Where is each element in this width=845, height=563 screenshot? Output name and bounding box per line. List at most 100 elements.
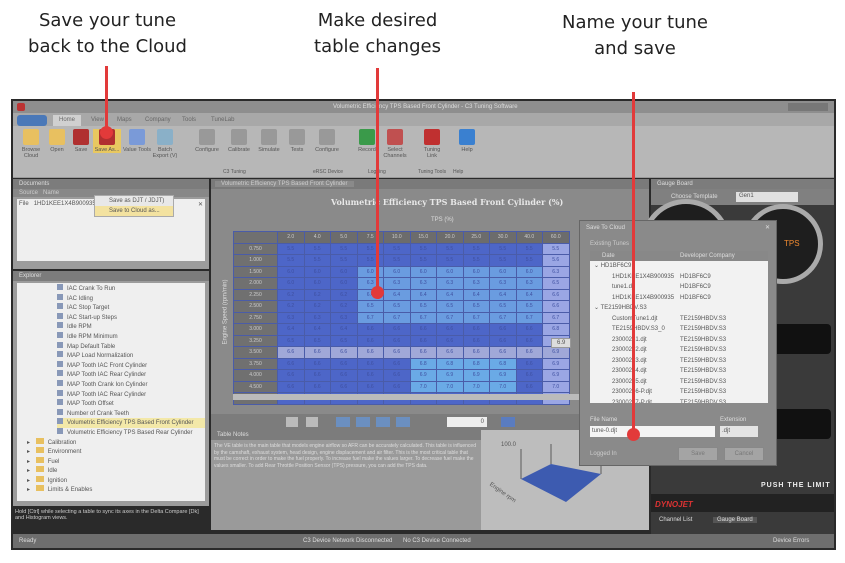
tunes-list[interactable]: Date Developer Company ⌄ HD1BF6C9 1HD1KEE1… bbox=[590, 251, 768, 403]
table-cell[interactable]: 5.5 bbox=[330, 254, 358, 267]
table-cell[interactable]: 6.3 bbox=[462, 277, 490, 290]
table-cell[interactable]: 6.6 bbox=[356, 380, 384, 393]
table-cell[interactable]: 6.6 bbox=[330, 357, 358, 370]
table-cell[interactable]: 6.2 bbox=[277, 300, 305, 313]
table-cell[interactable]: 6.0 bbox=[356, 265, 384, 278]
tab-home[interactable]: Home bbox=[53, 115, 82, 126]
table-cell[interactable]: 6.6 bbox=[383, 357, 411, 370]
ribbon-button[interactable]: Simulate bbox=[255, 129, 283, 153]
table-cell[interactable]: 6.0 bbox=[489, 265, 517, 278]
table-cell[interactable]: 6.7 bbox=[383, 311, 411, 324]
table-cell[interactable]: 6.0 bbox=[330, 277, 358, 290]
table-cell[interactable]: 6.0 bbox=[330, 265, 358, 278]
table-cell[interactable]: 6.7 bbox=[489, 311, 517, 324]
ribbon-button[interactable]: Configure bbox=[193, 129, 221, 153]
tune-row[interactable]: 23000265.djt TE2159HBDV.S3 bbox=[590, 377, 768, 388]
table-cell[interactable]: 6.4 bbox=[277, 323, 305, 336]
table-cell[interactable]: 6.5 bbox=[383, 300, 411, 313]
table-cell[interactable]: 6.2 bbox=[277, 288, 305, 301]
ribbon-button[interactable]: Help bbox=[453, 129, 481, 153]
ribbon-button[interactable]: Calibrate bbox=[225, 129, 253, 153]
table-cell[interactable]: 6.5 bbox=[542, 277, 570, 290]
tune-row[interactable]: 23000263.djt TE2159HBDV.S3 bbox=[590, 356, 768, 367]
table-cell[interactable]: 5.5 bbox=[383, 242, 411, 255]
tab-tools[interactable]: Tools bbox=[176, 115, 202, 126]
tab-channel-list[interactable]: Channel List bbox=[659, 517, 692, 523]
tree-item[interactable]: MAP Tooth Offset bbox=[57, 399, 205, 409]
table-cell[interactable]: 6.6 bbox=[515, 323, 543, 336]
table-cell[interactable]: 6.9 bbox=[462, 369, 490, 382]
table-cell[interactable]: 6.7 bbox=[462, 311, 490, 324]
table-cell[interactable]: 6.6 bbox=[436, 334, 464, 347]
tree-item[interactable]: IAC Idling bbox=[57, 293, 205, 304]
table-cell[interactable]: 6.8 bbox=[489, 357, 517, 370]
table-cell[interactable]: 5.5 bbox=[356, 254, 384, 267]
table-cell[interactable]: 6.0 bbox=[436, 265, 464, 278]
table-cell[interactable]: 6.6 bbox=[515, 346, 543, 359]
tree-item[interactable]: MAP Tooth IAC Rear Cylinder bbox=[57, 370, 205, 380]
tune-row[interactable]: 23000262.djt TE2159HBDV.S3 bbox=[590, 345, 768, 356]
ribbon-button[interactable]: Tests bbox=[283, 129, 311, 153]
tree-item[interactable]: Number of Crank Teeth bbox=[57, 408, 205, 419]
table-cell[interactable]: 6.4 bbox=[462, 288, 490, 301]
tree-item[interactable]: MAP Tooth IAC Rear Cylinder bbox=[57, 389, 205, 400]
tool-button[interactable] bbox=[376, 417, 390, 427]
table-cell[interactable]: 6.3 bbox=[436, 277, 464, 290]
table-cell[interactable]: 6.0 bbox=[462, 265, 490, 278]
table-cell[interactable]: 6.0 bbox=[303, 277, 331, 290]
table-cell[interactable]: 6.6 bbox=[515, 357, 543, 370]
menu-item-save-cloud[interactable]: Save to Cloud as... bbox=[95, 206, 173, 216]
table-cell[interactable]: 6.6 bbox=[356, 357, 384, 370]
table-cell[interactable]: 5.5 bbox=[330, 242, 358, 255]
tree-folder[interactable]: ▸ Ignition bbox=[27, 475, 205, 486]
table-cell[interactable]: 6.2 bbox=[330, 288, 358, 301]
tool-button[interactable] bbox=[396, 417, 410, 427]
table-cell[interactable]: 5.5 bbox=[515, 254, 543, 267]
tool-button[interactable] bbox=[286, 417, 298, 427]
table-cell[interactable]: 6.3 bbox=[409, 277, 437, 290]
table-cell[interactable]: 6.9 bbox=[542, 357, 570, 370]
table-cell[interactable]: 6.6 bbox=[303, 346, 331, 359]
tree-item[interactable]: MAP Tooth IAC Front Cylinder bbox=[57, 360, 205, 371]
tune-row[interactable]: TE2159HBDV.S3_0 TE2159HBDV.S3 bbox=[590, 324, 768, 335]
table-cell[interactable]: 6.3 bbox=[330, 311, 358, 324]
table-cell[interactable]: 5.5 bbox=[515, 242, 543, 255]
table-cell[interactable]: 5.5 bbox=[489, 254, 517, 267]
tool-button[interactable] bbox=[336, 417, 350, 427]
table-cell[interactable]: 6.2 bbox=[303, 288, 331, 301]
table-cell[interactable]: 6.4 bbox=[330, 323, 358, 336]
table-cell[interactable]: 6.9 bbox=[409, 369, 437, 382]
table-cell[interactable]: 6.6 bbox=[277, 357, 305, 370]
ribbon-button[interactable]: Batch Export (V) bbox=[151, 129, 179, 159]
extension-select[interactable]: .djt bbox=[720, 426, 758, 437]
table-cell[interactable]: 6.0 bbox=[277, 265, 305, 278]
table-cell[interactable]: 6.6 bbox=[330, 346, 358, 359]
table-cell[interactable]: 6.9 bbox=[542, 346, 570, 359]
table-cell[interactable]: 7.0 bbox=[409, 380, 437, 393]
table-cell[interactable]: 6.6 bbox=[383, 380, 411, 393]
table-cell[interactable]: 6.3 bbox=[515, 277, 543, 290]
table-cell[interactable]: 6.9 bbox=[436, 369, 464, 382]
table-cell[interactable]: 6.6 bbox=[277, 380, 305, 393]
tune-row[interactable]: 1HD1KEE1X4B900935 HD1BF6C9 bbox=[590, 272, 768, 283]
tune-row[interactable]: 23000267-P.djtTE2159HBDV.S3 bbox=[590, 398, 768, 404]
table-cell[interactable]: 6.7 bbox=[515, 311, 543, 324]
table-cell[interactable]: 6.6 bbox=[277, 369, 305, 382]
close-icon[interactable]: ✕ bbox=[765, 224, 770, 231]
close-icon[interactable]: ✕ bbox=[198, 201, 203, 208]
tree-folder[interactable]: ▸ Limits & Enables bbox=[27, 485, 205, 495]
table-cell[interactable]: 6.0 bbox=[303, 265, 331, 278]
tune-row[interactable]: 23000264.djt TE2159HBDV.S3 bbox=[590, 366, 768, 377]
tree-folder[interactable]: ▸ Fuel bbox=[27, 456, 205, 467]
table-cell[interactable]: 6.5 bbox=[277, 334, 305, 347]
table-cell[interactable]: 5.5 bbox=[462, 254, 490, 267]
table-cell[interactable]: 6.6 bbox=[303, 369, 331, 382]
table-cell[interactable]: 5.5 bbox=[383, 254, 411, 267]
table-cell[interactable]: 6.9 bbox=[489, 369, 517, 382]
table-cell[interactable]: 6.8 bbox=[409, 357, 437, 370]
tree-item[interactable]: IAC Crank To Run bbox=[57, 284, 205, 294]
ribbon-button[interactable]: Value Tools bbox=[123, 129, 151, 153]
table-cell[interactable]: 6.0 bbox=[515, 265, 543, 278]
table-cell[interactable]: 6.6 bbox=[515, 369, 543, 382]
tab-tunelab[interactable]: TuneLab bbox=[205, 115, 240, 126]
